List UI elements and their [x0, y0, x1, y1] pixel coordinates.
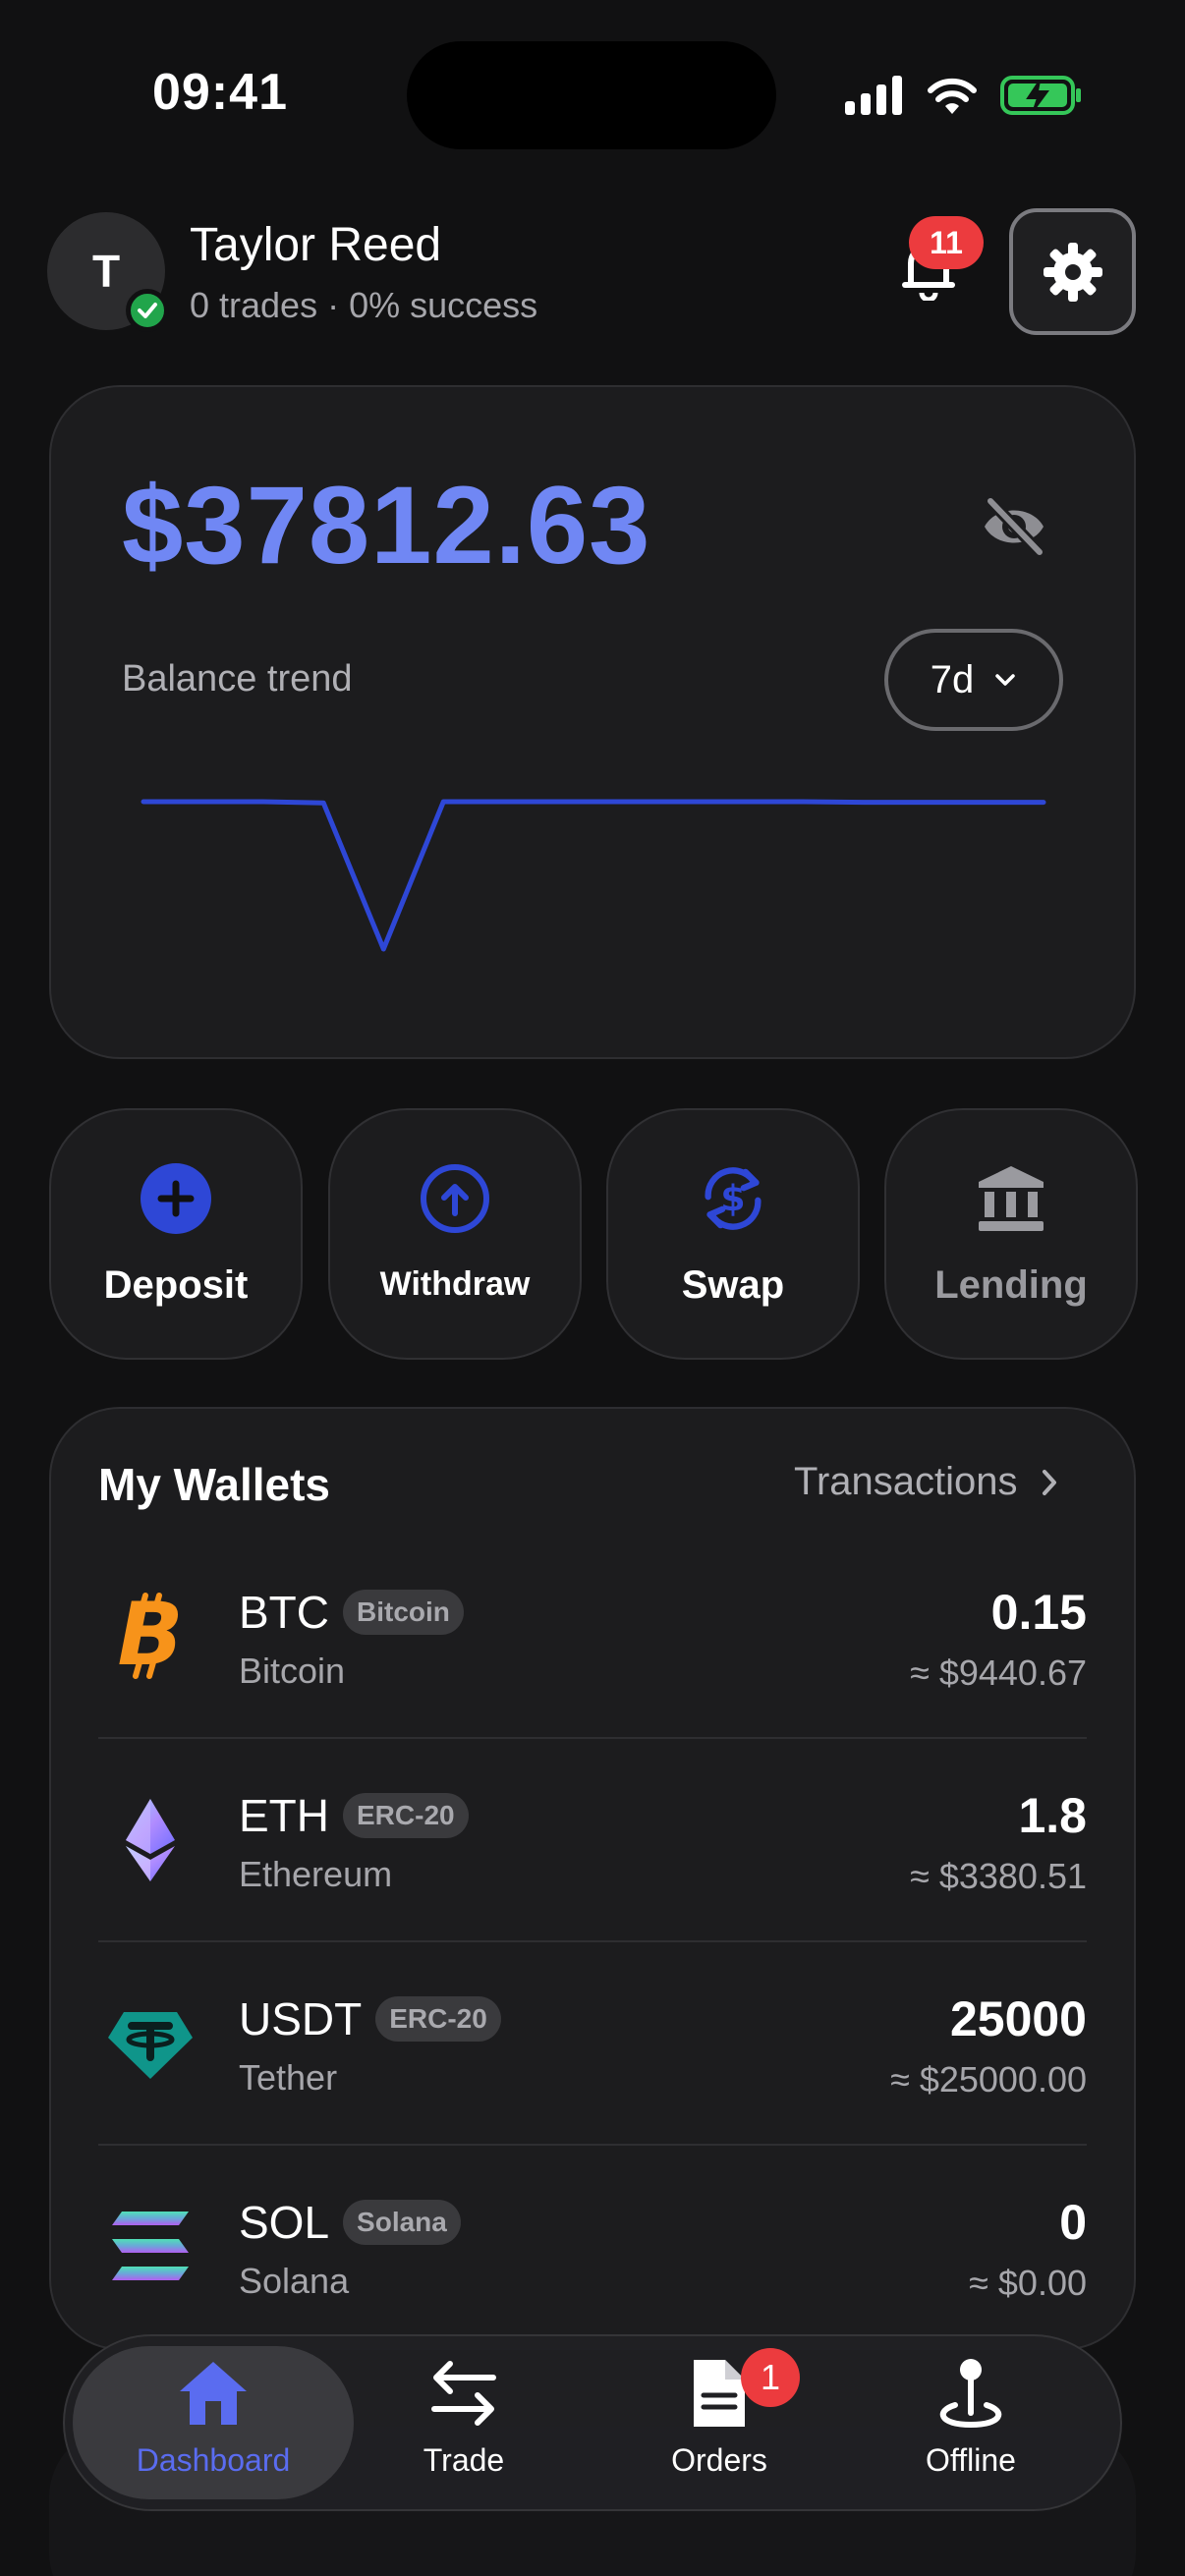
wallet-amount: 1.8: [1018, 1788, 1087, 1843]
swap-button[interactable]: $ Swap: [606, 1108, 860, 1360]
wallet-row-sol[interactable]: SOL Solana Solana 0 ≈ $0.00: [98, 2147, 1087, 2349]
wallet-row-btc[interactable]: B BTC Bitcoin Bitcoin 0.15 ≈ $9440.67: [98, 1537, 1087, 1739]
wallet-name: Tether: [239, 2057, 338, 2098]
status-icons: [845, 71, 1083, 120]
ethereum-icon: [106, 1795, 195, 1883]
wallet-symbol-text: SOL: [239, 2197, 330, 2248]
wallet-name: Ethereum: [239, 1854, 393, 1894]
chevron-down-icon: [995, 674, 1015, 686]
wallet-network-tag: Solana: [343, 2200, 461, 2245]
wallet-symbol: ETH ERC-20: [239, 1789, 469, 1842]
home-icon: [174, 2354, 253, 2433]
balance-amount: $37812.63: [122, 464, 651, 587]
wallet-fiat-value: ≈ $3380.51: [910, 1856, 1087, 1896]
balance-trend-label: Balance trend: [122, 658, 353, 700]
wallet-symbol-text: BTC: [239, 1587, 329, 1638]
wallet-network-tag: ERC-20: [343, 1793, 469, 1838]
wallet-symbol: BTC Bitcoin: [239, 1586, 464, 1639]
wallet-row-usdt[interactable]: USDT ERC-20 Tether 25000 ≈ $25000.00: [98, 1943, 1087, 2146]
wallet-symbol: SOL Solana: [239, 2196, 461, 2249]
balance-trend-line: [141, 799, 1046, 952]
deposit-button[interactable]: Deposit: [49, 1108, 303, 1360]
status-time: 09:41: [152, 64, 288, 121]
wallet-fiat-value: ≈ $9440.67: [910, 1652, 1087, 1693]
user-stats: 0 trades · 0% success: [190, 285, 538, 325]
wallet-amount: 0.15: [990, 1585, 1087, 1640]
tab-trade[interactable]: Trade: [346, 2354, 582, 2501]
tab-dashboard[interactable]: Dashboard: [95, 2354, 331, 2501]
wallet-fiat-value: ≈ $25000.00: [890, 2059, 1087, 2100]
wallet-name: Solana: [239, 2261, 350, 2301]
swap-dollar-icon: $: [696, 1161, 770, 1236]
transactions-link-label: Transactions: [794, 1460, 1018, 1503]
arrows-swap-icon: [424, 2354, 503, 2433]
wallet-symbol-text: USDT: [239, 1993, 363, 2044]
user-name: Taylor Reed: [190, 219, 442, 271]
arrow-up-circle-icon: [418, 1161, 492, 1236]
tab-offline[interactable]: Offline: [853, 2354, 1089, 2501]
deposit-label: Deposit: [103, 1263, 249, 1307]
dynamic-island: [407, 41, 776, 149]
swap-label: Swap: [681, 1263, 785, 1307]
lending-label: Lending: [934, 1263, 1088, 1307]
gear-icon: [1043, 242, 1102, 302]
wifi-icon: [928, 78, 977, 114]
row-divider: [98, 1737, 1087, 1739]
wallet-symbol-text: ETH: [239, 1790, 329, 1841]
wallet-fiat-value: ≈ $0.00: [969, 2263, 1087, 2303]
orders-badge: 1: [741, 2348, 800, 2407]
verified-check-icon: [126, 289, 169, 332]
lending-button[interactable]: Lending: [884, 1108, 1138, 1360]
wallet-network-tag: ERC-20: [375, 1996, 501, 2042]
transactions-link[interactable]: Transactions: [794, 1460, 1059, 1504]
cellular-signal-icon: [845, 76, 902, 115]
tab-label: Orders: [671, 2442, 767, 2478]
wallet-row-eth[interactable]: ETH ERC-20 Ethereum 1.8 ≈ $3380.51: [98, 1740, 1087, 1942]
settings-button[interactable]: [1009, 208, 1136, 335]
wallet-network-tag: Bitcoin: [343, 1590, 464, 1635]
battery-charging-icon: [1000, 76, 1081, 115]
wallet-symbol: USDT ERC-20: [239, 1992, 501, 2045]
wallet-amount: 25000: [949, 1991, 1087, 2046]
wallet-name: Bitcoin: [239, 1651, 346, 1691]
tab-label: Trade: [423, 2442, 505, 2478]
bitcoin-icon: B: [106, 1592, 195, 1680]
withdraw-button[interactable]: Withdraw: [328, 1108, 582, 1360]
tab-label: Offline: [926, 2442, 1016, 2478]
hide-balance-eye-slash-icon[interactable]: [979, 491, 1049, 562]
wallets-title: My Wallets: [98, 1459, 331, 1510]
tab-orders[interactable]: Orders: [601, 2354, 837, 2501]
period-select-value: 7d: [930, 657, 975, 701]
row-divider: [98, 2144, 1087, 2146]
withdraw-label: Withdraw: [379, 1265, 531, 1303]
avatar-initial: T: [91, 246, 121, 297]
solana-icon: [106, 2202, 195, 2290]
row-divider: [98, 1940, 1087, 1942]
svg-text:$: $: [720, 1178, 745, 1220]
wallet-amount: 0: [1059, 2195, 1087, 2250]
tether-icon: [106, 1998, 195, 2087]
chevron-right-icon: [1042, 1469, 1056, 1495]
balance-trend-chart: [141, 799, 1046, 952]
notifications-badge: 11: [909, 216, 984, 269]
bank-icon: [974, 1161, 1048, 1236]
location-pin-icon: [931, 2354, 1010, 2433]
tab-label: Dashboard: [136, 2442, 291, 2478]
plus-circle-icon: [139, 1161, 213, 1236]
period-select[interactable]: 7d: [884, 629, 1063, 731]
